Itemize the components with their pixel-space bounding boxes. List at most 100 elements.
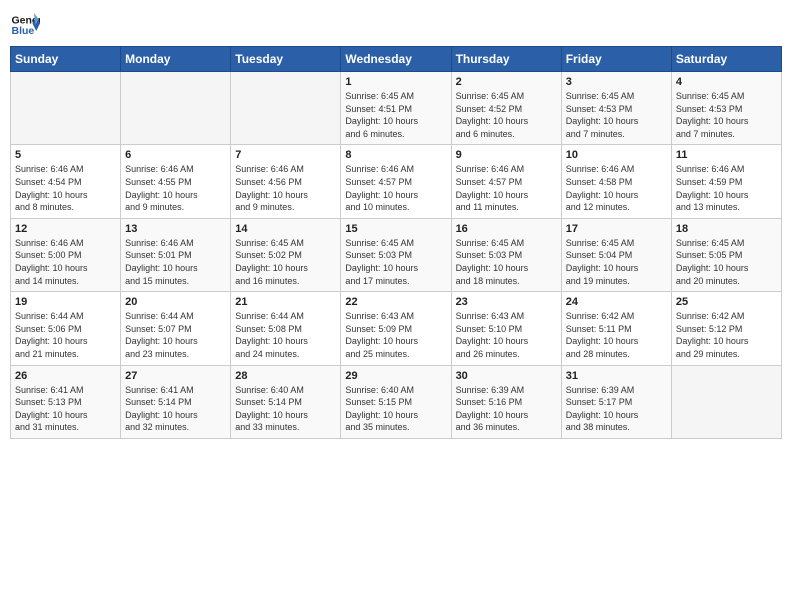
day-number: 21	[235, 296, 336, 308]
day-number: 1	[345, 76, 446, 88]
day-header-tuesday: Tuesday	[231, 47, 341, 72]
day-number: 16	[456, 223, 557, 235]
calendar-day-1: 1 Sunrise: 6:45 AM Sunset: 4:51 PM Daylig…	[341, 72, 451, 145]
day-number: 30	[456, 370, 557, 382]
day-number: 15	[345, 223, 446, 235]
day-number: 9	[456, 149, 557, 161]
calendar-week-row: 26 Sunrise: 6:41 AM Sunset: 5:13 PM Dayli…	[11, 365, 782, 438]
day-header-sunday: Sunday	[11, 47, 121, 72]
logo: General Blue	[10, 10, 44, 40]
calendar-day-5: 5Sunrise: 6:46 AM Sunset: 4:54 PM Daylig…	[11, 145, 121, 218]
day-number: 11	[676, 149, 777, 161]
calendar-day-10: 10Sunrise: 6:46 AM Sunset: 4:58 PM Dayli…	[561, 145, 671, 218]
calendar-week-row: 5Sunrise: 6:46 AM Sunset: 4:54 PM Daylig…	[11, 145, 782, 218]
day-number: 7	[235, 149, 336, 161]
page-header: General Blue	[10, 10, 782, 40]
calendar-day-15: 15 Sunrise: 6:45 AM Sunset: 5:03 PM Dayli…	[341, 218, 451, 291]
day-number: 3	[566, 76, 667, 88]
day-info: Sunrise: 6:46 AM Sunset: 5:01 PM Dayligh…	[125, 237, 226, 287]
calendar-day-14: 14 Sunrise: 6:45 AM Sunset: 5:02 PM Dayli…	[231, 218, 341, 291]
day-info: Sunrise: 6:45 AM Sunset: 5:02 PM Dayligh…	[235, 237, 336, 287]
empty-day	[671, 365, 781, 438]
day-number: 10	[566, 149, 667, 161]
calendar-day-29: 29 Sunrise: 6:40 AM Sunset: 5:15 PM Dayli…	[341, 365, 451, 438]
day-number: 2	[456, 76, 557, 88]
day-info: Sunrise: 6:45 AM Sunset: 4:53 PM Dayligh…	[676, 90, 777, 140]
calendar-day-28: 28 Sunrise: 6:40 AM Sunset: 5:14 PM Dayli…	[231, 365, 341, 438]
day-number: 4	[676, 76, 777, 88]
empty-day	[121, 72, 231, 145]
day-info: Sunrise: 6:43 AM Sunset: 5:09 PM Dayligh…	[345, 310, 446, 360]
calendar-day-22: 22 Sunrise: 6:43 AM Sunset: 5:09 PM Dayli…	[341, 292, 451, 365]
empty-day	[11, 72, 121, 145]
day-info: Sunrise: 6:46 AM Sunset: 4:55 PM Dayligh…	[125, 163, 226, 213]
calendar-day-21: 21Sunrise: 6:44 AM Sunset: 5:08 PM Dayli…	[231, 292, 341, 365]
day-info: Sunrise: 6:39 AM Sunset: 5:16 PM Dayligh…	[456, 384, 557, 434]
day-number: 12	[15, 223, 116, 235]
day-number: 13	[125, 223, 226, 235]
calendar-day-25: 25 Sunrise: 6:42 AM Sunset: 5:12 PM Dayli…	[671, 292, 781, 365]
day-number: 23	[456, 296, 557, 308]
day-header-thursday: Thursday	[451, 47, 561, 72]
day-info: Sunrise: 6:41 AM Sunset: 5:13 PM Dayligh…	[15, 384, 116, 434]
day-info: Sunrise: 6:46 AM Sunset: 4:57 PM Dayligh…	[345, 163, 446, 213]
calendar-day-18: 18Sunrise: 6:45 AM Sunset: 5:05 PM Dayli…	[671, 218, 781, 291]
day-number: 14	[235, 223, 336, 235]
calendar-day-7: 7 Sunrise: 6:46 AM Sunset: 4:56 PM Daylig…	[231, 145, 341, 218]
calendar-header-row: SundayMondayTuesdayWednesdayThursdayFrid…	[11, 47, 782, 72]
day-info: Sunrise: 6:45 AM Sunset: 5:05 PM Dayligh…	[676, 237, 777, 287]
calendar-day-13: 13 Sunrise: 6:46 AM Sunset: 5:01 PM Dayli…	[121, 218, 231, 291]
day-header-saturday: Saturday	[671, 47, 781, 72]
day-info: Sunrise: 6:39 AM Sunset: 5:17 PM Dayligh…	[566, 384, 667, 434]
general-blue-icon: General Blue	[10, 10, 40, 40]
day-number: 6	[125, 149, 226, 161]
day-number: 22	[345, 296, 446, 308]
day-info: Sunrise: 6:41 AM Sunset: 5:14 PM Dayligh…	[125, 384, 226, 434]
day-info: Sunrise: 6:45 AM Sunset: 4:51 PM Dayligh…	[345, 90, 446, 140]
calendar-week-row: 1 Sunrise: 6:45 AM Sunset: 4:51 PM Daylig…	[11, 72, 782, 145]
calendar-day-20: 20 Sunrise: 6:44 AM Sunset: 5:07 PM Dayli…	[121, 292, 231, 365]
day-number: 25	[676, 296, 777, 308]
calendar-day-31: 31 Sunrise: 6:39 AM Sunset: 5:17 PM Dayli…	[561, 365, 671, 438]
day-info: Sunrise: 6:40 AM Sunset: 5:15 PM Dayligh…	[345, 384, 446, 434]
day-info: Sunrise: 6:46 AM Sunset: 4:59 PM Dayligh…	[676, 163, 777, 213]
day-info: Sunrise: 6:42 AM Sunset: 5:12 PM Dayligh…	[676, 310, 777, 360]
day-info: Sunrise: 6:44 AM Sunset: 5:07 PM Dayligh…	[125, 310, 226, 360]
calendar-day-24: 24 Sunrise: 6:42 AM Sunset: 5:11 PM Dayli…	[561, 292, 671, 365]
calendar-day-8: 8Sunrise: 6:46 AM Sunset: 4:57 PM Daylig…	[341, 145, 451, 218]
day-info: Sunrise: 6:46 AM Sunset: 4:57 PM Dayligh…	[456, 163, 557, 213]
calendar-day-3: 3 Sunrise: 6:45 AM Sunset: 4:53 PM Daylig…	[561, 72, 671, 145]
calendar-table: SundayMondayTuesdayWednesdayThursdayFrid…	[10, 46, 782, 439]
calendar-day-11: 11 Sunrise: 6:46 AM Sunset: 4:59 PM Dayli…	[671, 145, 781, 218]
calendar-week-row: 19Sunrise: 6:44 AM Sunset: 5:06 PM Dayli…	[11, 292, 782, 365]
day-header-monday: Monday	[121, 47, 231, 72]
day-info: Sunrise: 6:46 AM Sunset: 5:00 PM Dayligh…	[15, 237, 116, 287]
day-number: 29	[345, 370, 446, 382]
day-number: 26	[15, 370, 116, 382]
day-number: 5	[15, 149, 116, 161]
day-info: Sunrise: 6:40 AM Sunset: 5:14 PM Dayligh…	[235, 384, 336, 434]
calendar-day-17: 17Sunrise: 6:45 AM Sunset: 5:04 PM Dayli…	[561, 218, 671, 291]
day-number: 20	[125, 296, 226, 308]
svg-text:Blue: Blue	[12, 25, 35, 37]
calendar-day-30: 30 Sunrise: 6:39 AM Sunset: 5:16 PM Dayli…	[451, 365, 561, 438]
day-number: 31	[566, 370, 667, 382]
day-number: 28	[235, 370, 336, 382]
day-info: Sunrise: 6:45 AM Sunset: 5:03 PM Dayligh…	[345, 237, 446, 287]
day-info: Sunrise: 6:46 AM Sunset: 4:56 PM Dayligh…	[235, 163, 336, 213]
day-number: 19	[15, 296, 116, 308]
calendar-day-16: 16Sunrise: 6:45 AM Sunset: 5:03 PM Dayli…	[451, 218, 561, 291]
day-info: Sunrise: 6:42 AM Sunset: 5:11 PM Dayligh…	[566, 310, 667, 360]
calendar-day-4: 4 Sunrise: 6:45 AM Sunset: 4:53 PM Daylig…	[671, 72, 781, 145]
day-number: 27	[125, 370, 226, 382]
calendar-day-19: 19Sunrise: 6:44 AM Sunset: 5:06 PM Dayli…	[11, 292, 121, 365]
calendar-day-12: 12 Sunrise: 6:46 AM Sunset: 5:00 PM Dayli…	[11, 218, 121, 291]
calendar-day-27: 27 Sunrise: 6:41 AM Sunset: 5:14 PM Dayli…	[121, 365, 231, 438]
calendar-week-row: 12 Sunrise: 6:46 AM Sunset: 5:00 PM Dayli…	[11, 218, 782, 291]
empty-day	[231, 72, 341, 145]
day-info: Sunrise: 6:45 AM Sunset: 4:53 PM Dayligh…	[566, 90, 667, 140]
calendar-day-26: 26 Sunrise: 6:41 AM Sunset: 5:13 PM Dayli…	[11, 365, 121, 438]
day-number: 24	[566, 296, 667, 308]
calendar-day-6: 6 Sunrise: 6:46 AM Sunset: 4:55 PM Daylig…	[121, 145, 231, 218]
day-info: Sunrise: 6:43 AM Sunset: 5:10 PM Dayligh…	[456, 310, 557, 360]
